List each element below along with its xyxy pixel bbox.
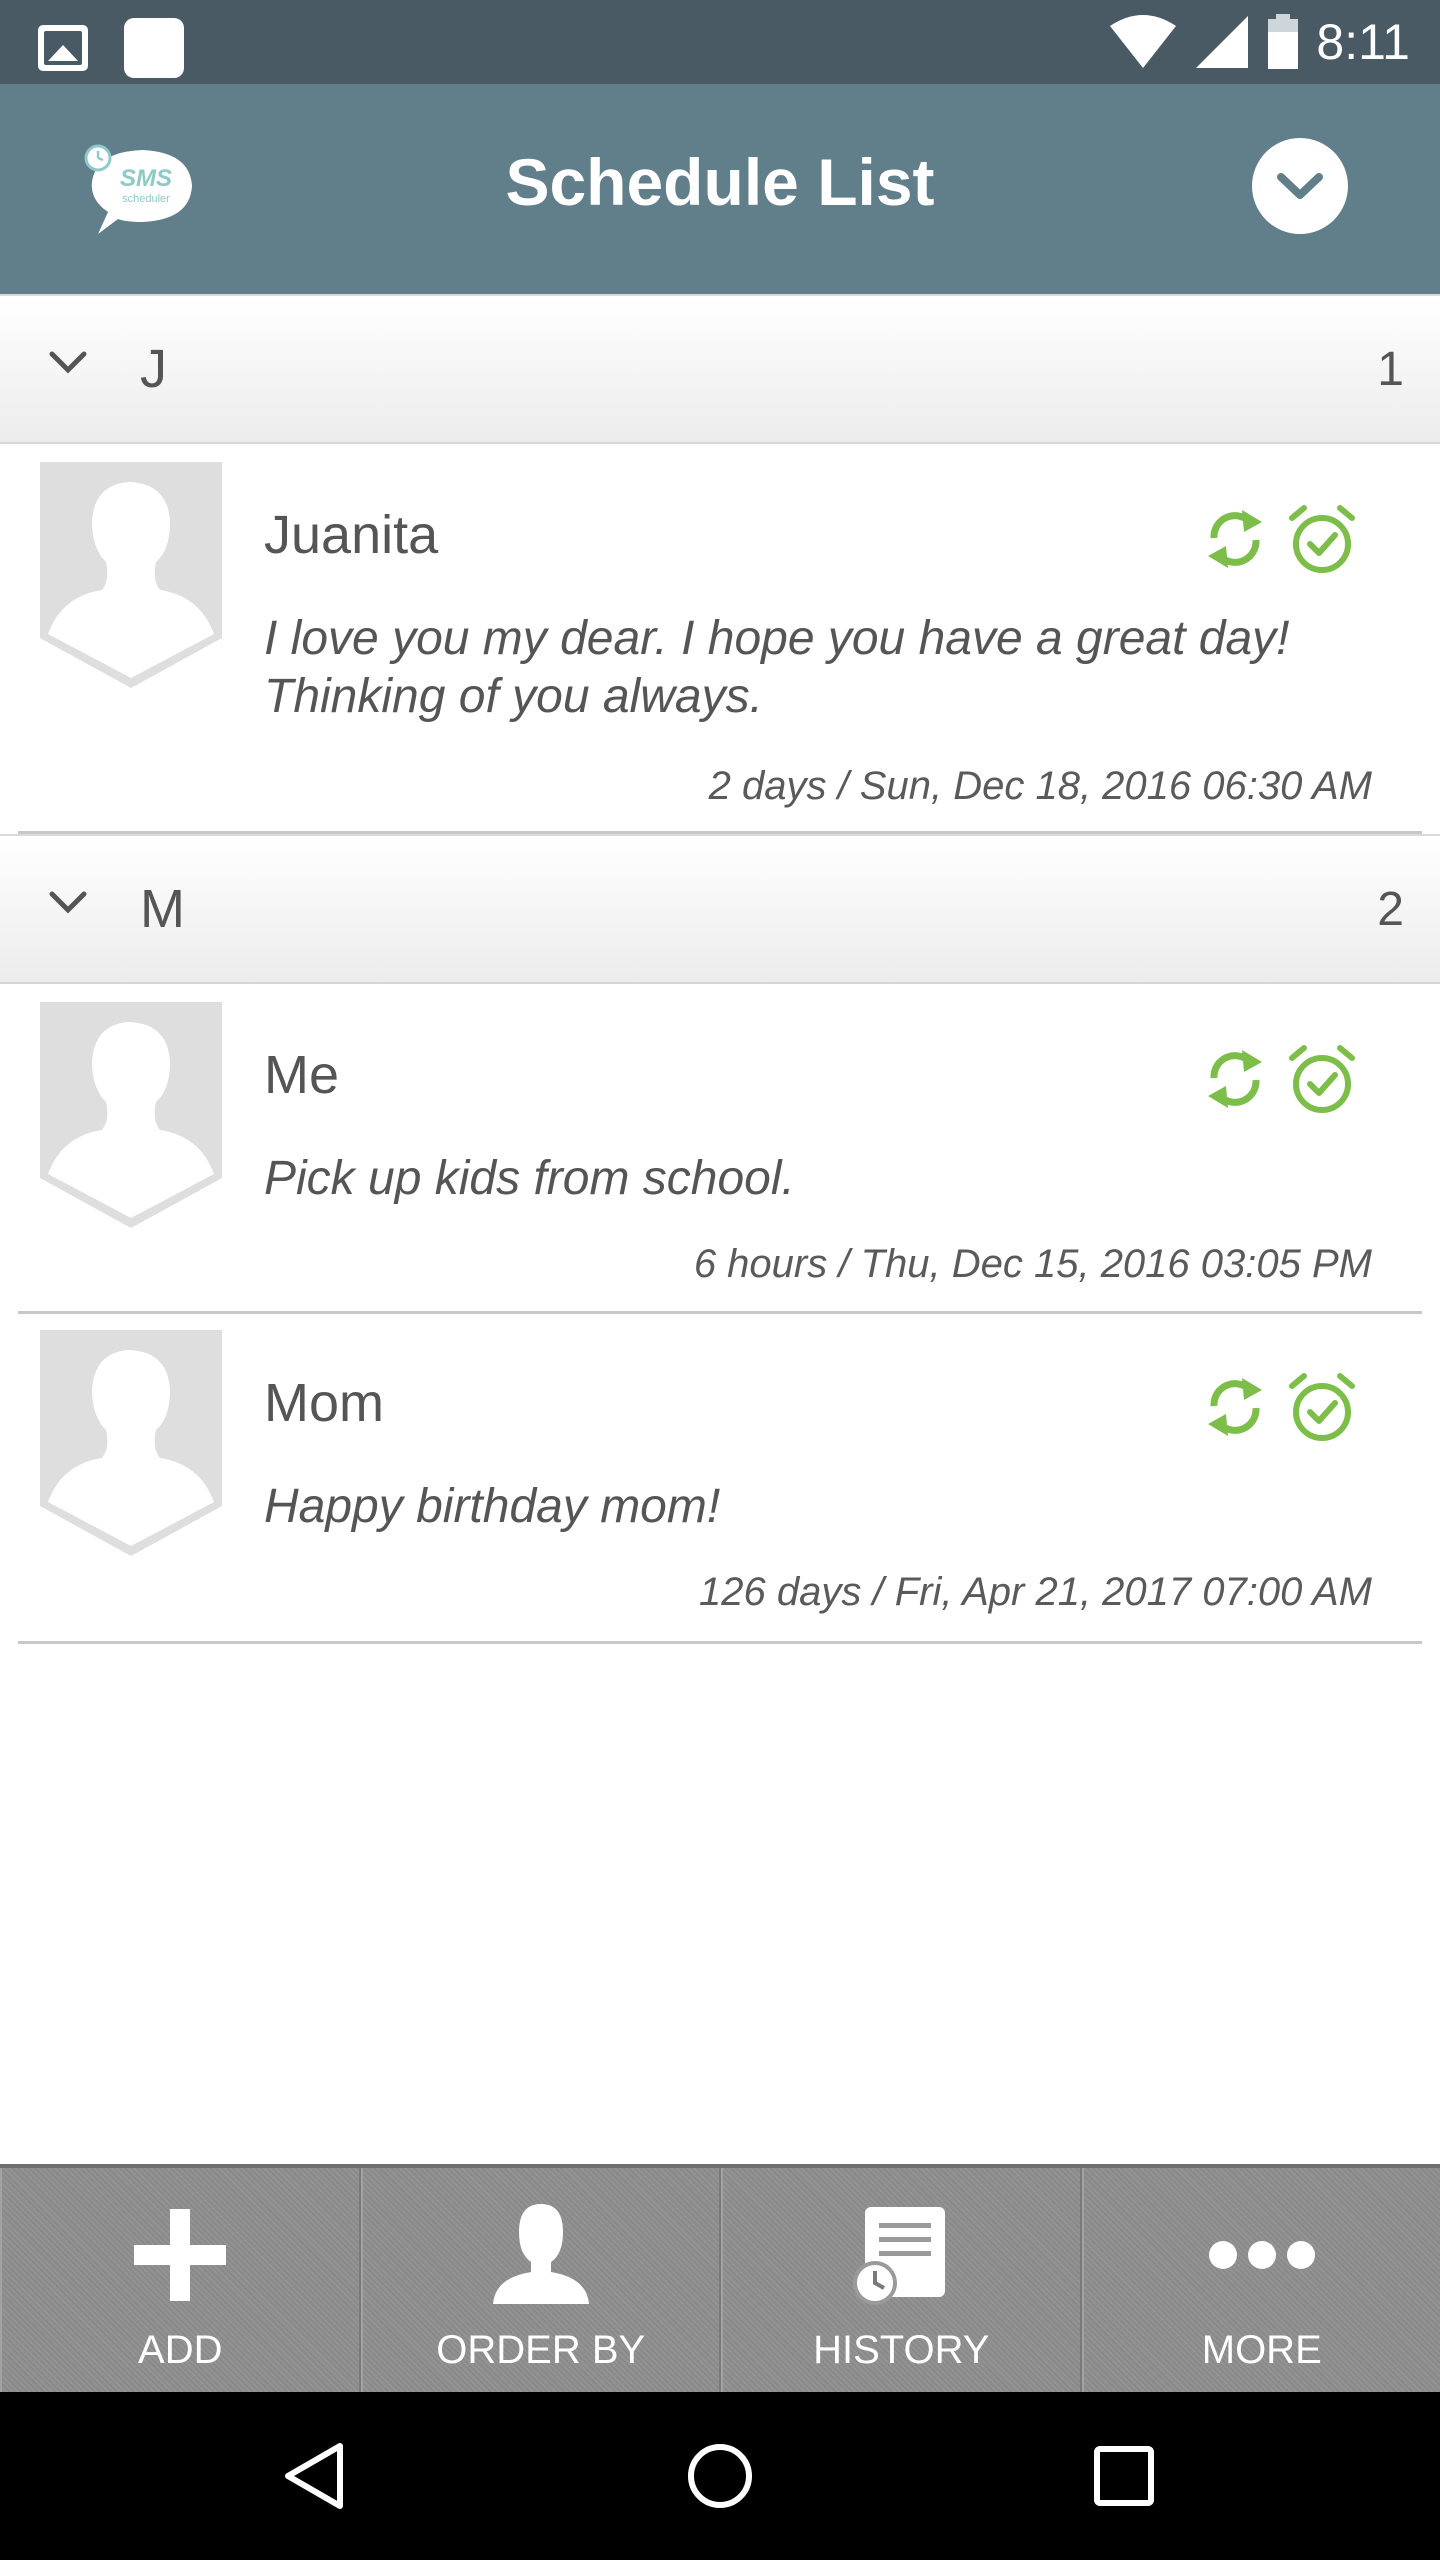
alarm-check-icon[interactable] <box>1288 1044 1356 1116</box>
bottom-toolbar: ADD ORDER BY HISTORY MORE <box>0 2164 1440 2392</box>
back-button[interactable] <box>272 2434 356 2518</box>
list-item[interactable]: Me Pick up kids from school. 6 hours / T… <box>18 986 1422 1314</box>
screen: 8:11 SMS scheduler Schedule List J 1 Jua… <box>0 0 1440 2560</box>
repeat-icon[interactable] <box>1204 1372 1266 1442</box>
repeat-icon[interactable] <box>1204 504 1266 574</box>
system-nav-bar <box>0 2392 1440 2560</box>
contact-name: Me <box>264 1045 340 1105</box>
chevron-down-icon <box>49 891 87 914</box>
avatar <box>40 1002 222 1228</box>
battery-icon <box>1268 14 1299 69</box>
schedule-time: 2 days / Sun, Dec 18, 2016 06:30 AM <box>708 764 1372 808</box>
list-item[interactable]: Mom Happy birthday mom! 126 days / Fri, … <box>18 1314 1422 1644</box>
dropdown-menu-button[interactable] <box>1252 138 1348 234</box>
list-item[interactable]: Juanita I love you my dear. I hope you h… <box>18 446 1422 834</box>
section-count: 2 <box>1377 883 1404 936</box>
schedule-time: 126 days / Fri, Apr 21, 2017 07:00 AM <box>699 1570 1372 1614</box>
section-header-j[interactable]: J 1 <box>0 294 1440 444</box>
contact-name: Mom <box>264 1373 384 1433</box>
avatar <box>40 1330 222 1556</box>
home-button[interactable] <box>678 2434 762 2518</box>
page-title: Schedule List <box>505 145 935 219</box>
wifi-icon <box>1110 15 1177 68</box>
schedule-time: 6 hours / Thu, Dec 15, 2016 03:05 PM <box>693 1242 1372 1286</box>
message-text: Pick up kids from school. <box>264 1152 795 1205</box>
image-icon <box>38 25 88 71</box>
message-text: I love you my dear. I hope you have a gr… <box>264 612 1290 723</box>
contact-name: Juanita <box>264 505 439 565</box>
chevron-down-icon <box>49 351 87 374</box>
order-by-label: ORDER BY <box>436 2328 646 2372</box>
alarm-check-icon[interactable] <box>1288 504 1356 576</box>
repeat-icon[interactable] <box>1204 1044 1266 1114</box>
recents-icon <box>1094 2446 1154 2506</box>
history-label: HISTORY <box>813 2328 990 2372</box>
alarm-check-icon[interactable] <box>1288 1372 1356 1444</box>
back-icon <box>285 2443 343 2509</box>
message-text: Happy birthday mom! <box>264 1480 721 1533</box>
app-header: SMS scheduler Schedule List <box>0 84 1440 294</box>
section-letter: J <box>140 339 167 399</box>
signal-icon <box>1196 16 1249 68</box>
add-button[interactable]: ADD <box>0 2168 361 2392</box>
person-icon <box>492 2204 589 2304</box>
status-bar: 8:11 <box>0 0 1440 84</box>
history-button[interactable]: HISTORY <box>721 2168 1082 2392</box>
section-letter: M <box>140 879 185 939</box>
more-dots-icon <box>1208 2241 1315 2269</box>
recents-button[interactable] <box>1082 2434 1166 2518</box>
order-by-button[interactable]: ORDER BY <box>360 2168 721 2392</box>
more-button[interactable]: MORE <box>1081 2168 1440 2392</box>
section-header-m[interactable]: M 2 <box>0 834 1440 984</box>
avatar <box>40 462 222 688</box>
chevron-down-icon <box>1277 173 1323 199</box>
section-count: 1 <box>1377 343 1404 396</box>
plus-icon <box>134 2209 227 2301</box>
clock: 8:11 <box>1316 14 1410 70</box>
add-label: ADD <box>138 2328 223 2372</box>
history-icon <box>853 2207 946 2305</box>
app-square-icon <box>124 18 184 78</box>
more-label: MORE <box>1201 2328 1322 2372</box>
home-icon <box>688 2444 752 2508</box>
